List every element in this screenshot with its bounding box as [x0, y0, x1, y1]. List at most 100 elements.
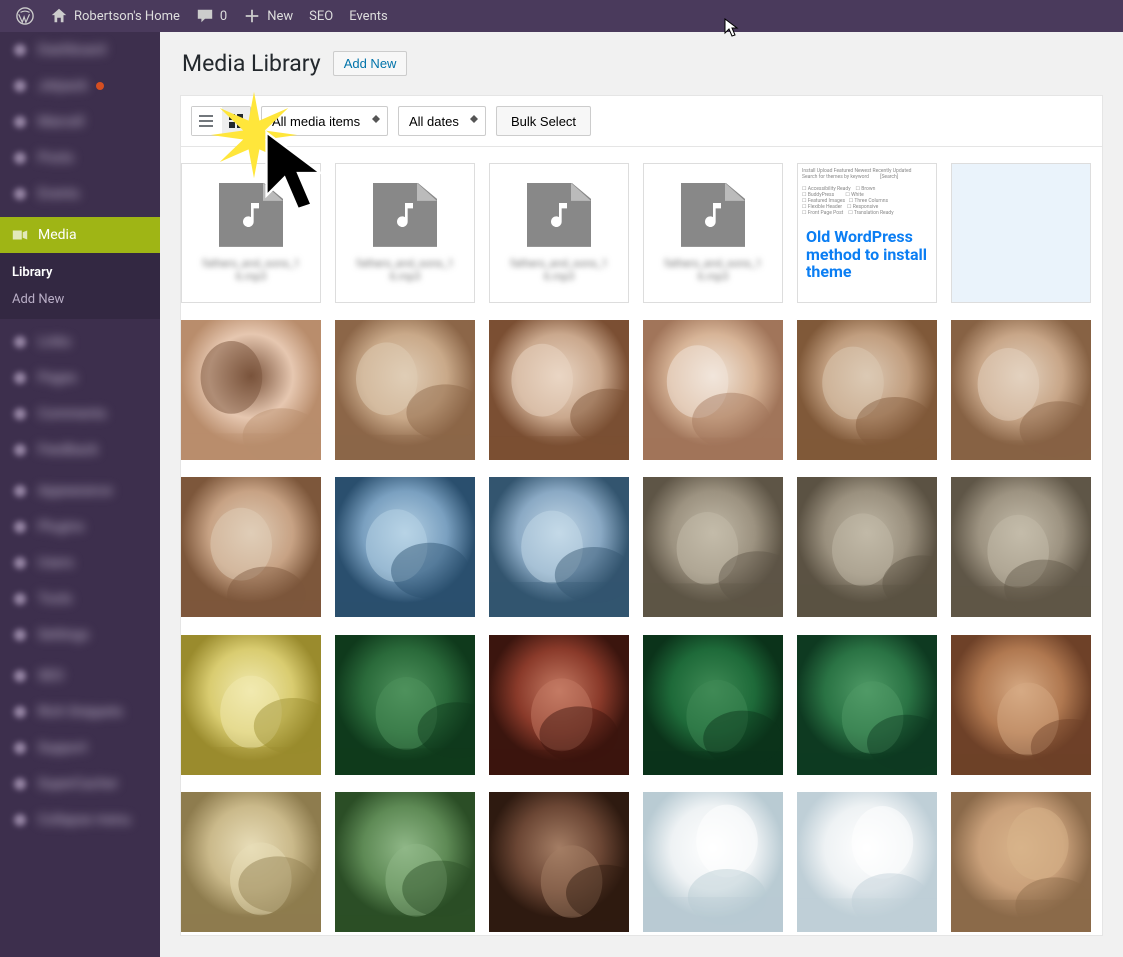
media-item-image[interactable]: [335, 792, 475, 932]
menu-icon: [10, 184, 30, 204]
audio-file-icon: [527, 183, 591, 247]
menu-item-label: SuperCacher: [38, 776, 118, 792]
menu-item-label: Posts: [38, 150, 74, 166]
seo-link[interactable]: SEO: [301, 0, 341, 32]
menu-item-label: Pages: [38, 370, 77, 386]
comments-link[interactable]: 0: [188, 0, 235, 32]
grid-view-button[interactable]: [222, 107, 250, 135]
menu-item[interactable]: Plugins: [0, 509, 160, 545]
menu-item[interactable]: Appearance: [0, 473, 160, 509]
menu-item-label: Feedback: [38, 442, 98, 458]
media-item-image[interactable]: [797, 792, 937, 932]
media-item-image[interactable]: [951, 477, 1091, 617]
menu-item-label: Collapse menu: [38, 812, 131, 828]
site-name: Robertson's Home: [74, 9, 180, 24]
menu-item[interactable]: Settings: [0, 617, 160, 653]
media-item-image[interactable]: [335, 477, 475, 617]
menu-item[interactable]: Feedback: [0, 432, 160, 468]
menu-item[interactable]: Posts: [0, 140, 160, 176]
menu-item[interactable]: Links: [0, 324, 160, 360]
audio-file-icon: [681, 183, 745, 247]
media-icon: [10, 225, 30, 245]
menu-icon: [10, 76, 30, 96]
menu-item-label: Support: [38, 740, 87, 756]
menu-icon: [10, 517, 30, 537]
menu-icon: [10, 440, 30, 460]
menu-item[interactable]: Tools: [0, 581, 160, 617]
menu-item-label: Users: [38, 555, 74, 571]
media-item-image[interactable]: [643, 320, 783, 460]
admin-toolbar: Robertson's Home 0 New SEO Events: [0, 0, 1123, 32]
media-item-audio[interactable]: fathers_and_sons_1 6.mp3: [181, 163, 321, 303]
list-view-button[interactable]: [192, 107, 220, 135]
menu-item-label: SEO: [38, 668, 64, 684]
media-caption: fathers_and_sons_1 6.mp3: [182, 257, 320, 283]
menu-item-label: Appearance: [38, 483, 112, 499]
media-item-image[interactable]: [181, 792, 321, 932]
events-link[interactable]: Events: [341, 0, 395, 32]
media-item-image[interactable]: [951, 320, 1091, 460]
media-item-image[interactable]: [181, 477, 321, 617]
media-item-audio[interactable]: fathers_and_sons_1 6.mp3: [489, 163, 629, 303]
new-label: New: [267, 9, 293, 24]
menu-item[interactable]: Pages: [0, 360, 160, 396]
comment-icon: [196, 7, 214, 25]
menu-item[interactable]: SEO: [0, 658, 160, 694]
menu-icon: [10, 738, 30, 758]
date-filter[interactable]: All dates: [398, 106, 486, 136]
media-item-image[interactable]: [951, 635, 1091, 775]
media-item-image[interactable]: [489, 477, 629, 617]
site-home-link[interactable]: Robertson's Home: [42, 0, 188, 32]
media-item-image[interactable]: [181, 635, 321, 775]
menu-item[interactable]: SuperCacher: [0, 766, 160, 802]
submenu-library[interactable]: Library: [0, 259, 160, 286]
submenu-addnew[interactable]: Add New: [0, 286, 160, 313]
menu-item[interactable]: Rich Snippets: [0, 694, 160, 730]
menu-icon: [10, 810, 30, 830]
media-item-audio[interactable]: fathers_and_sons_1 6.mp3: [335, 163, 475, 303]
menu-item[interactable]: Dashboard: [0, 32, 160, 68]
menu-item[interactable]: Events: [0, 176, 160, 212]
media-item-image[interactable]: Install Upload Featured Newest Recently …: [797, 163, 937, 303]
menu-icon: [10, 774, 30, 794]
media-item-image[interactable]: [643, 635, 783, 775]
media-item-image[interactable]: [643, 792, 783, 932]
menu-icon: [10, 625, 30, 645]
wp-logo-button[interactable]: [8, 0, 42, 32]
menu-item-label: Links: [38, 334, 71, 350]
media-caption: fathers_and_sons_1 6.mp3: [644, 257, 782, 283]
media-item-image[interactable]: [489, 792, 629, 932]
media-item-image[interactable]: [335, 320, 475, 460]
menu-item[interactable]: Marcell: [0, 104, 160, 140]
media-item-image[interactable]: [951, 792, 1091, 932]
media-item-image[interactable]: [797, 635, 937, 775]
page-header: Media Library Add New: [182, 50, 1103, 77]
menu-media[interactable]: Media: [0, 217, 160, 253]
menu-item[interactable]: Jetpack: [0, 68, 160, 104]
media-item-image[interactable]: [797, 477, 937, 617]
media-type-filter[interactable]: All media items: [261, 106, 388, 136]
media-item-image[interactable]: [181, 320, 321, 460]
menu-icon: [10, 553, 30, 573]
media-item-image[interactable]: [489, 635, 629, 775]
menu-item[interactable]: Users: [0, 545, 160, 581]
media-toolbar: All media items All dates Bulk Select: [180, 95, 1103, 146]
menu-icon: [10, 404, 30, 424]
media-item-image[interactable]: [951, 163, 1091, 303]
media-item-image[interactable]: [335, 635, 475, 775]
media-item-image[interactable]: [643, 477, 783, 617]
media-item-image[interactable]: [489, 320, 629, 460]
bulk-select-button[interactable]: Bulk Select: [496, 106, 591, 136]
main-content: Media Library Add New All media items Al…: [160, 32, 1123, 957]
add-new-button[interactable]: Add New: [333, 51, 408, 76]
new-content-button[interactable]: New: [235, 0, 301, 32]
menu-icon: [10, 702, 30, 722]
menu-item[interactable]: Collapse menu: [0, 802, 160, 838]
menu-item[interactable]: Support: [0, 730, 160, 766]
overlay-text: Old WordPress method to install theme: [806, 228, 932, 281]
wordpress-icon: [16, 7, 34, 25]
plus-icon: [243, 7, 261, 25]
media-item-audio[interactable]: fathers_and_sons_1 6.mp3: [643, 163, 783, 303]
media-item-image[interactable]: [797, 320, 937, 460]
menu-item[interactable]: Comments: [0, 396, 160, 432]
